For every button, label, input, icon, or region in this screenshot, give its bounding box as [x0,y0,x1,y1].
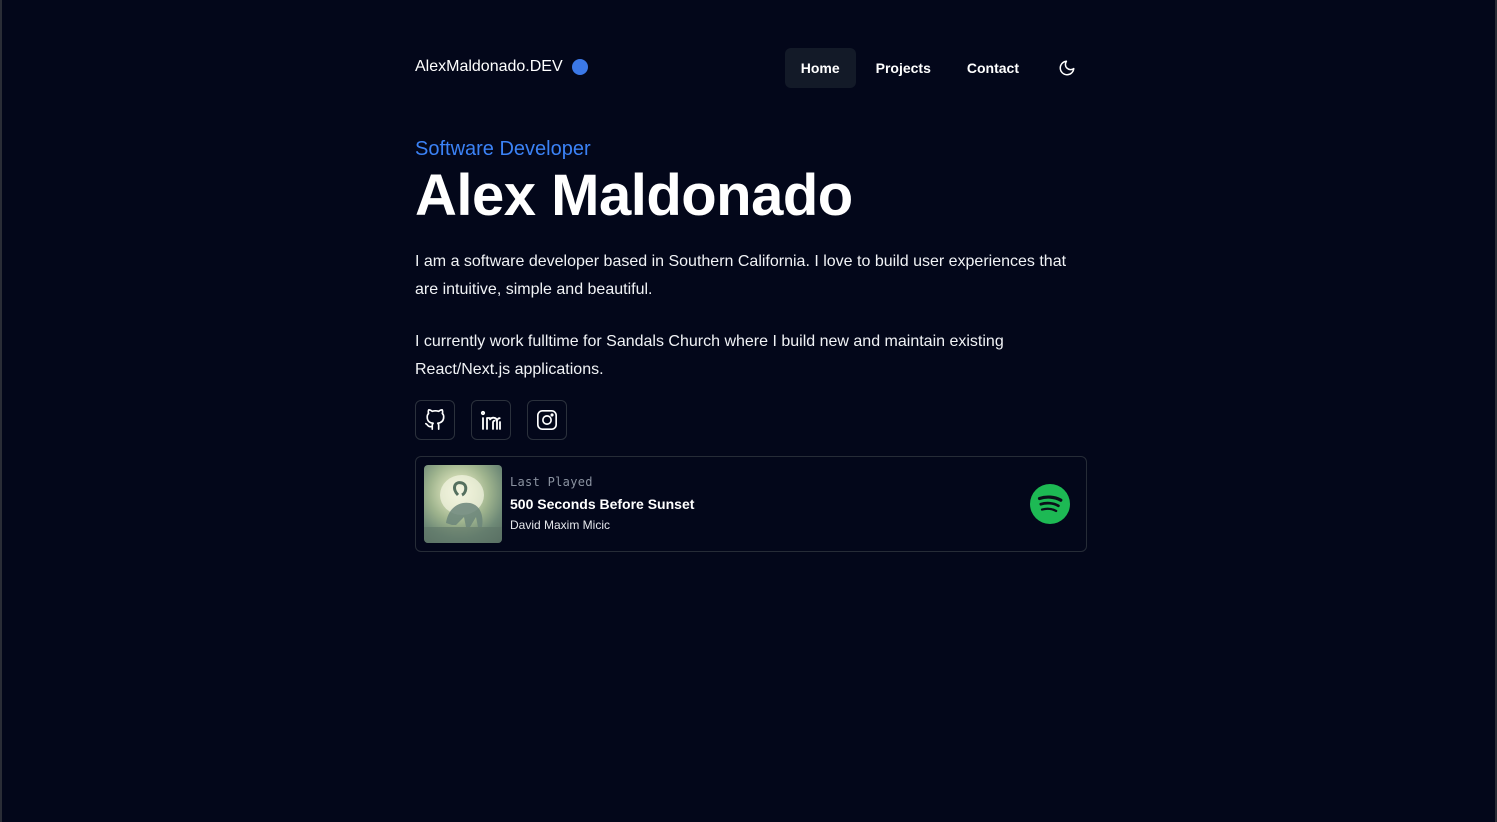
github-link-button[interactable] [415,400,455,440]
now-playing-card[interactable]: Last Played 500 Seconds Before Sunset Da… [415,456,1087,552]
nav-home-link[interactable]: Home [784,48,856,88]
brand-name[interactable]: AlexMaldonado.DEV [415,58,563,76]
main-container: AlexMaldonado.DEV Home Projects Contact … [415,0,1087,552]
hero-subtitle: Software Developer [415,138,591,160]
track-label: Last Played [510,475,593,489]
status-dot-icon [571,59,588,75]
page: AlexMaldonado.DEV Home Projects Contact … [0,0,1497,822]
moon-icon [1059,60,1075,76]
linkedin-icon [480,410,501,430]
instagram-icon [537,410,557,430]
spotify-icon [1030,484,1070,524]
album-art [424,465,502,543]
brand-logo[interactable]: AlexMaldonado.DEV [415,58,588,76]
github-icon [425,409,445,430]
linkedin-link-button[interactable] [471,400,511,440]
hero-name: Alex Maldonado [415,163,853,228]
track-artist[interactable]: David Maxim Micic [510,518,694,532]
theme-toggle-button[interactable] [1047,48,1087,88]
site-header: AlexMaldonado.DEV Home Projects Contact [415,0,1087,136]
nav-projects-link[interactable]: Projects [860,48,947,88]
track-title[interactable]: 500 Seconds Before Sunset [510,496,694,512]
instagram-link-button[interactable] [527,400,567,440]
bio-paragraph-1: I am a software developer based in South… [415,253,1067,298]
main-nav: Home Projects Contact [781,48,1087,88]
track-meta: Last Played 500 Seconds Before Sunset Da… [510,475,694,532]
bio-paragraph-2: I currently work fulltime for Sandals Ch… [415,333,1004,378]
spotify-link-button[interactable] [1030,484,1070,524]
nav-contact-link[interactable]: Contact [951,48,1035,88]
social-links [415,400,583,440]
